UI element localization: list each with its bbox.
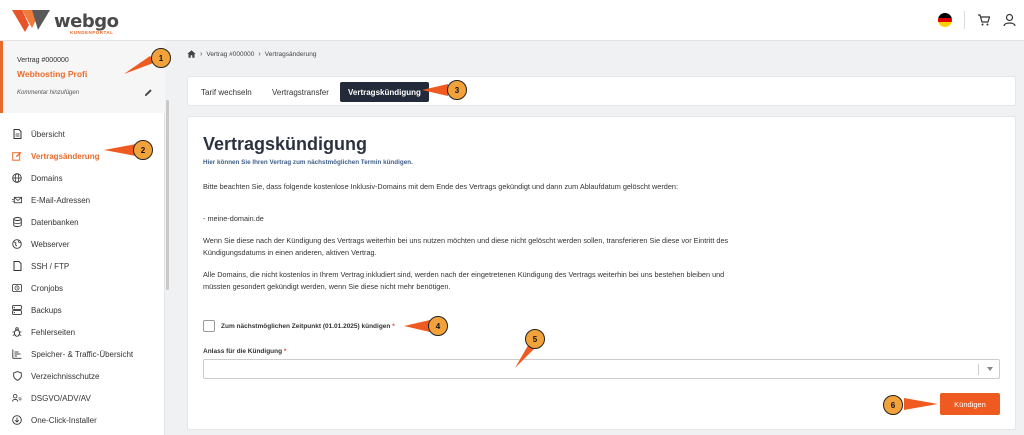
info-paragraph-transfer: Wenn Sie diese nach der Kündigung des Ve…: [203, 236, 729, 257]
sidebar-item-label: One-Click-Installer: [31, 415, 97, 425]
info-paragraph-other-domains: Alle Domains, die nicht kostenlos in Ihr…: [203, 270, 725, 291]
divider: [964, 11, 965, 29]
sidebar-item-label: Cronjobs: [31, 283, 64, 293]
contract-id: Vertrag #000000: [17, 57, 69, 64]
chevron-right-icon: ›: [258, 50, 261, 58]
add-comment-link[interactable]: Kommentar hinzufügen: [17, 90, 79, 96]
users-icon: [12, 393, 22, 403]
callout-badge: 5: [525, 329, 545, 349]
sidebar-item-webserver[interactable]: Webserver: [0, 234, 165, 254]
logo-mark-icon: [12, 10, 50, 32]
callout-badge: 2: [133, 140, 153, 160]
tab-bar: Tarif wechseln Vertragstransfer Vertrags…: [187, 76, 1016, 106]
breadcrumb-contract[interactable]: Vertrag #000000: [206, 51, 254, 58]
contract-name: Webhosting Profi: [17, 69, 88, 79]
home-icon[interactable]: [187, 50, 196, 58]
sidebar-item-datenbanken[interactable]: Datenbanken: [0, 212, 165, 232]
breadcrumb-current: Vertragsänderung: [264, 50, 317, 58]
pencil-icon[interactable]: [144, 88, 153, 97]
sidebar-item-label: Speicher- & Traffic-Übersicht: [31, 349, 134, 359]
sidebar-item-label: SSH / FTP: [31, 261, 70, 271]
sidebar-item-domains[interactable]: Domains: [0, 168, 165, 188]
divider: [978, 364, 979, 375]
chart-icon: [12, 349, 22, 359]
callout-arrow: [422, 84, 448, 96]
chevron-right-icon: ›: [200, 50, 203, 58]
reason-select[interactable]: [203, 359, 1000, 379]
file-icon: [12, 261, 22, 271]
sidebar-item-label: Domains: [31, 173, 63, 183]
header-actions: [938, 11, 1016, 29]
german-flag-icon[interactable]: [938, 13, 952, 27]
database-icon: [12, 217, 22, 227]
mail-icon: [12, 195, 22, 205]
web-globe-icon: [12, 239, 22, 249]
clock-icon: [12, 283, 22, 293]
page-subtitle: Hier können Sie Ihren Vertrag zum nächst…: [203, 159, 413, 166]
edit-icon: [12, 151, 22, 161]
sidebar-item-one-click-installer[interactable]: One-Click-Installer: [0, 410, 165, 430]
globe-icon: [12, 173, 22, 183]
cancel-date-text: Zum nächstmöglichen Zeitpunkt (01.01.202…: [221, 323, 391, 330]
shield-icon: [12, 371, 22, 381]
logo-subtitle: KUNDENPORTAL: [70, 30, 114, 35]
sidebar-item-label: Verzeichnisschutze: [31, 371, 100, 381]
sidebar-item-label: E-Mail-Adressen: [31, 195, 91, 205]
info-paragraph-domains: Bitte beachten Sie, dass folgende kosten…: [203, 182, 678, 191]
sidebar-item-label: Backups: [31, 305, 62, 315]
required-marker: *: [283, 348, 287, 355]
chevron-down-icon[interactable]: [987, 367, 993, 371]
sidebar-item-fehlerseiten[interactable]: Fehlerseiten: [0, 322, 165, 342]
sidebar: Vertrag #000000 Webhosting Profi Komment…: [0, 41, 165, 435]
sidebar-item-backups[interactable]: Backups: [0, 300, 165, 320]
sidebar-scrollbar[interactable]: [166, 100, 169, 290]
sidebar-item-label: DSGVO/ADV/AV: [31, 393, 91, 403]
reason-label: Anlass für die Kündigung *: [203, 348, 286, 355]
sidebar-item-cronjobs[interactable]: Cronjobs: [0, 278, 165, 298]
tab-vertragskuendigung[interactable]: Vertragskündigung: [340, 82, 429, 102]
top-bar: webgo KUNDENPORTAL: [0, 0, 1024, 41]
bug-icon: [12, 327, 22, 337]
logo-text: webgo: [54, 11, 119, 32]
cancel-date-label[interactable]: Zum nächstmöglichen Zeitpunkt (01.01.202…: [221, 323, 395, 330]
required-marker: *: [392, 323, 395, 330]
breadcrumb: › Vertrag #000000 › Vertragsänderung: [187, 50, 316, 58]
sidebar-item-dsgvo[interactable]: DSGVO/ADV/AV: [0, 388, 165, 408]
cart-icon[interactable]: [977, 13, 991, 27]
download-icon: [12, 415, 22, 425]
cancellation-card: Vertragskündigung Hier können Sie Ihren …: [187, 116, 1016, 430]
sidebar-item-verzeichnisschutze[interactable]: Verzeichnisschutze: [0, 366, 165, 386]
domain-list-item: - meine-domain.de: [203, 214, 264, 223]
cancel-date-checkbox[interactable]: [203, 320, 215, 332]
callout-arrow: [904, 398, 938, 410]
sidebar-item-label: Datenbanken: [31, 217, 79, 227]
cancel-submit-button[interactable]: Kündigen: [940, 393, 1000, 415]
sidebar-item-label: Übersicht: [31, 129, 65, 139]
sidebar-item-email[interactable]: E-Mail-Adressen: [0, 190, 165, 210]
callout-badge: 1: [151, 48, 171, 68]
user-icon[interactable]: [1003, 13, 1016, 27]
sidebar-item-label: Fehlerseiten: [31, 327, 76, 337]
logo[interactable]: webgo KUNDENPORTAL: [12, 8, 119, 35]
callout-badge: 4: [428, 316, 448, 336]
page-title: Vertragskündigung: [203, 134, 368, 154]
sidebar-item-ssh-ftp[interactable]: SSH / FTP: [0, 256, 165, 276]
callout-badge: 6: [883, 395, 903, 415]
tab-tarif-wechseln[interactable]: Tarif wechseln: [193, 82, 260, 102]
document-icon: [12, 129, 22, 139]
callout-badge: 3: [447, 80, 467, 100]
server-icon: [12, 305, 22, 315]
sidebar-item-speicher-traffic[interactable]: Speicher- & Traffic-Übersicht: [0, 344, 165, 364]
tab-vertragstransfer[interactable]: Vertragstransfer: [264, 82, 337, 102]
sidebar-item-label: Vertragsänderung: [31, 151, 100, 161]
reason-label-text: Anlass für die Kündigung: [203, 348, 283, 355]
sidebar-item-label: Webserver: [31, 239, 70, 249]
